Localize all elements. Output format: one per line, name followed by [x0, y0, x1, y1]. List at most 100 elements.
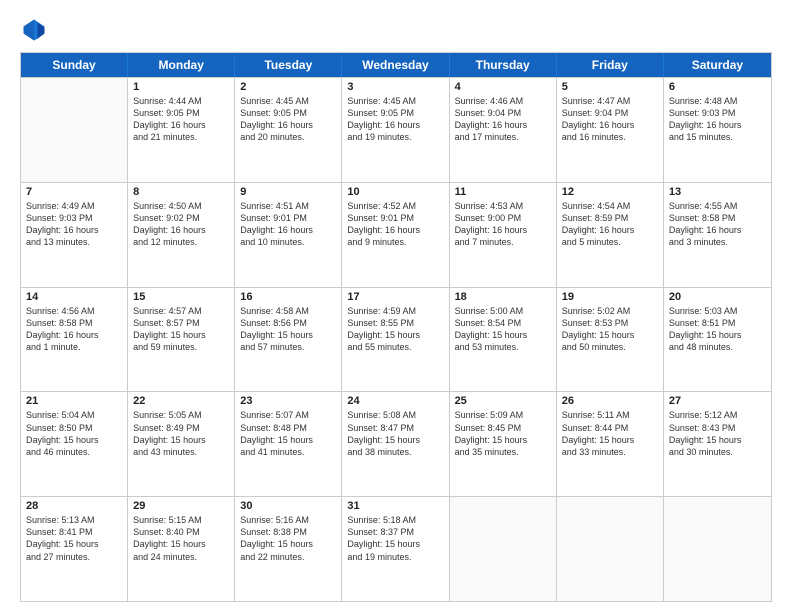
day-number: 2: [240, 81, 336, 93]
day-number: 18: [455, 291, 551, 303]
calendar-row-3: 21 Sunrise: 5:04 AMSunset: 8:50 PMDayligh…: [21, 391, 771, 496]
day-info: Sunrise: 5:12 AMSunset: 8:43 PMDaylight:…: [669, 409, 766, 458]
day-info: Sunrise: 4:50 AMSunset: 9:02 PMDaylight:…: [133, 200, 229, 249]
day-number: 6: [669, 81, 766, 93]
day-number: 8: [133, 186, 229, 198]
day-info: Sunrise: 5:16 AMSunset: 8:38 PMDaylight:…: [240, 514, 336, 563]
page: SundayMondayTuesdayWednesdayThursdayFrid…: [0, 0, 792, 612]
day-cell-1: 1 Sunrise: 4:44 AMSunset: 9:05 PMDaylight…: [128, 78, 235, 182]
day-cell-14: 14 Sunrise: 4:56 AMSunset: 8:58 PMDayligh…: [21, 288, 128, 392]
day-cell-10: 10 Sunrise: 4:52 AMSunset: 9:01 PMDayligh…: [342, 183, 449, 287]
empty-cell: [450, 497, 557, 601]
day-number: 15: [133, 291, 229, 303]
day-info: Sunrise: 5:11 AMSunset: 8:44 PMDaylight:…: [562, 409, 658, 458]
day-number: 1: [133, 81, 229, 93]
day-info: Sunrise: 5:04 AMSunset: 8:50 PMDaylight:…: [26, 409, 122, 458]
day-cell-31: 31 Sunrise: 5:18 AMSunset: 8:37 PMDayligh…: [342, 497, 449, 601]
day-number: 7: [26, 186, 122, 198]
day-number: 16: [240, 291, 336, 303]
day-cell-26: 26 Sunrise: 5:11 AMSunset: 8:44 PMDayligh…: [557, 392, 664, 496]
day-number: 5: [562, 81, 658, 93]
day-number: 19: [562, 291, 658, 303]
day-info: Sunrise: 5:08 AMSunset: 8:47 PMDaylight:…: [347, 409, 443, 458]
day-cell-8: 8 Sunrise: 4:50 AMSunset: 9:02 PMDaylight…: [128, 183, 235, 287]
day-number: 4: [455, 81, 551, 93]
day-number: 9: [240, 186, 336, 198]
day-cell-20: 20Sunrise: 5:03 AMSunset: 8:51 PMDayligh…: [664, 288, 771, 392]
day-number: 29: [133, 500, 229, 512]
day-info: Sunrise: 4:44 AMSunset: 9:05 PMDaylight:…: [133, 95, 229, 144]
day-info: Sunrise: 4:59 AMSunset: 8:55 PMDaylight:…: [347, 305, 443, 354]
day-info: Sunrise: 4:54 AMSunset: 8:59 PMDaylight:…: [562, 200, 658, 249]
header-day-monday: Monday: [128, 53, 235, 77]
day-cell-9: 9 Sunrise: 4:51 AMSunset: 9:01 PMDaylight…: [235, 183, 342, 287]
day-cell-16: 16 Sunrise: 4:58 AMSunset: 8:56 PMDayligh…: [235, 288, 342, 392]
empty-cell: [21, 78, 128, 182]
day-info: Sunrise: 4:45 AMSunset: 9:05 PMDaylight:…: [347, 95, 443, 144]
day-info: Sunrise: 4:58 AMSunset: 8:56 PMDaylight:…: [240, 305, 336, 354]
day-number: 31: [347, 500, 443, 512]
day-info: Sunrise: 5:18 AMSunset: 8:37 PMDaylight:…: [347, 514, 443, 563]
day-number: 24: [347, 395, 443, 407]
day-number: 10: [347, 186, 443, 198]
day-cell-18: 18 Sunrise: 5:00 AMSunset: 8:54 PMDayligh…: [450, 288, 557, 392]
day-cell-3: 3Sunrise: 4:45 AMSunset: 9:05 PMDaylight…: [342, 78, 449, 182]
day-info: Sunrise: 4:55 AMSunset: 8:58 PMDaylight:…: [669, 200, 766, 249]
day-number: 11: [455, 186, 551, 198]
day-cell-24: 24 Sunrise: 5:08 AMSunset: 8:47 PMDayligh…: [342, 392, 449, 496]
day-cell-12: 12Sunrise: 4:54 AMSunset: 8:59 PMDayligh…: [557, 183, 664, 287]
calendar-row-0: 1 Sunrise: 4:44 AMSunset: 9:05 PMDaylight…: [21, 77, 771, 182]
day-cell-11: 11Sunrise: 4:53 AMSunset: 9:00 PMDayligh…: [450, 183, 557, 287]
day-info: Sunrise: 5:07 AMSunset: 8:48 PMDaylight:…: [240, 409, 336, 458]
day-number: 22: [133, 395, 229, 407]
header-day-wednesday: Wednesday: [342, 53, 449, 77]
day-number: 25: [455, 395, 551, 407]
day-number: 28: [26, 500, 122, 512]
header-day-thursday: Thursday: [450, 53, 557, 77]
day-cell-6: 6 Sunrise: 4:48 AMSunset: 9:03 PMDaylight…: [664, 78, 771, 182]
day-info: Sunrise: 5:05 AMSunset: 8:49 PMDaylight:…: [133, 409, 229, 458]
day-info: Sunrise: 5:09 AMSunset: 8:45 PMDaylight:…: [455, 409, 551, 458]
day-cell-13: 13 Sunrise: 4:55 AMSunset: 8:58 PMDayligh…: [664, 183, 771, 287]
day-number: 14: [26, 291, 122, 303]
day-number: 21: [26, 395, 122, 407]
day-cell-25: 25 Sunrise: 5:09 AMSunset: 8:45 PMDayligh…: [450, 392, 557, 496]
day-info: Sunrise: 5:02 AMSunset: 8:53 PMDaylight:…: [562, 305, 658, 354]
day-info: Sunrise: 5:15 AMSunset: 8:40 PMDaylight:…: [133, 514, 229, 563]
day-info: Sunrise: 4:52 AMSunset: 9:01 PMDaylight:…: [347, 200, 443, 249]
header-day-friday: Friday: [557, 53, 664, 77]
day-info: Sunrise: 4:51 AMSunset: 9:01 PMDaylight:…: [240, 200, 336, 249]
empty-cell: [664, 497, 771, 601]
calendar-row-1: 7Sunrise: 4:49 AMSunset: 9:03 PMDaylight…: [21, 182, 771, 287]
day-cell-15: 15Sunrise: 4:57 AMSunset: 8:57 PMDayligh…: [128, 288, 235, 392]
day-cell-21: 21 Sunrise: 5:04 AMSunset: 8:50 PMDayligh…: [21, 392, 128, 496]
day-info: Sunrise: 5:00 AMSunset: 8:54 PMDaylight:…: [455, 305, 551, 354]
day-info: Sunrise: 4:48 AMSunset: 9:03 PMDaylight:…: [669, 95, 766, 144]
day-cell-7: 7Sunrise: 4:49 AMSunset: 9:03 PMDaylight…: [21, 183, 128, 287]
day-cell-2: 2 Sunrise: 4:45 AMSunset: 9:05 PMDaylight…: [235, 78, 342, 182]
calendar-body: 1 Sunrise: 4:44 AMSunset: 9:05 PMDaylight…: [21, 77, 771, 601]
day-cell-17: 17Sunrise: 4:59 AMSunset: 8:55 PMDayligh…: [342, 288, 449, 392]
header-day-sunday: Sunday: [21, 53, 128, 77]
day-cell-5: 5 Sunrise: 4:47 AMSunset: 9:04 PMDaylight…: [557, 78, 664, 182]
calendar-row-2: 14 Sunrise: 4:56 AMSunset: 8:58 PMDayligh…: [21, 287, 771, 392]
day-info: Sunrise: 4:45 AMSunset: 9:05 PMDaylight:…: [240, 95, 336, 144]
header-day-tuesday: Tuesday: [235, 53, 342, 77]
day-cell-22: 22 Sunrise: 5:05 AMSunset: 8:49 PMDayligh…: [128, 392, 235, 496]
day-number: 30: [240, 500, 336, 512]
day-info: Sunrise: 4:56 AMSunset: 8:58 PMDaylight:…: [26, 305, 122, 354]
day-info: Sunrise: 4:46 AMSunset: 9:04 PMDaylight:…: [455, 95, 551, 144]
day-number: 26: [562, 395, 658, 407]
day-info: Sunrise: 5:03 AMSunset: 8:51 PMDaylight:…: [669, 305, 766, 354]
day-info: Sunrise: 5:13 AMSunset: 8:41 PMDaylight:…: [26, 514, 122, 563]
header-day-saturday: Saturday: [664, 53, 771, 77]
day-number: 13: [669, 186, 766, 198]
calendar-header: SundayMondayTuesdayWednesdayThursdayFrid…: [21, 53, 771, 77]
calendar: SundayMondayTuesdayWednesdayThursdayFrid…: [20, 52, 772, 602]
day-cell-19: 19 Sunrise: 5:02 AMSunset: 8:53 PMDayligh…: [557, 288, 664, 392]
day-cell-30: 30 Sunrise: 5:16 AMSunset: 8:38 PMDayligh…: [235, 497, 342, 601]
logo-icon: [20, 16, 48, 44]
day-info: Sunrise: 4:47 AMSunset: 9:04 PMDaylight:…: [562, 95, 658, 144]
day-cell-29: 29 Sunrise: 5:15 AMSunset: 8:40 PMDayligh…: [128, 497, 235, 601]
day-cell-28: 28 Sunrise: 5:13 AMSunset: 8:41 PMDayligh…: [21, 497, 128, 601]
